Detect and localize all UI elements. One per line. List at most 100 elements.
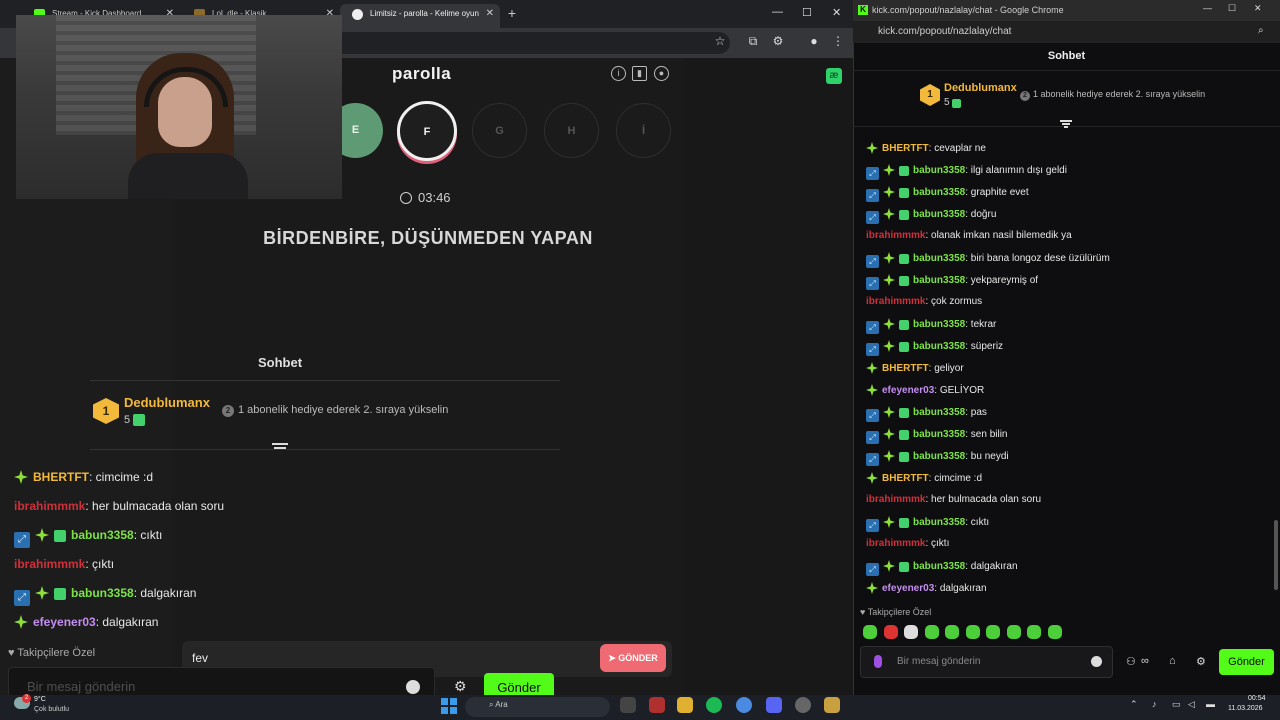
settings-gear-icon[interactable]: ⚙ <box>454 678 467 695</box>
new-tab-button[interactable]: + <box>504 5 520 21</box>
overlay-chat-title: Sohbet <box>258 355 303 370</box>
emote-icon[interactable] <box>1048 625 1062 639</box>
emote-icon[interactable] <box>863 625 877 639</box>
chat-username[interactable]: ibrahimmmk <box>866 494 925 505</box>
league-client-icon[interactable] <box>824 697 840 713</box>
network-icon[interactable]: ▭ <box>1172 699 1181 710</box>
chat-username[interactable]: babun3358 <box>913 165 965 176</box>
battery-icon[interactable]: ▬ <box>1206 699 1215 709</box>
collapse-chevron-icon[interactable] <box>272 443 288 455</box>
chat-message: ibrahimmmk: çok zormus <box>866 296 982 307</box>
close-icon[interactable]: ✕ <box>486 4 494 24</box>
kebab-menu-icon[interactable]: ⋮ <box>830 34 846 48</box>
translate-icon[interactable]: ⧉ <box>745 34 761 49</box>
chat-username[interactable]: babun3358 <box>913 187 965 198</box>
moderator-badge-icon: ⤢ <box>866 563 879 576</box>
emote-icon[interactable] <box>945 625 959 639</box>
spotify-icon[interactable] <box>706 697 722 713</box>
chat-message: efeyener03: dalgakıran <box>866 582 987 594</box>
emote-icon[interactable] <box>986 625 1000 639</box>
clock-date[interactable]: 11.03.2026 <box>1228 705 1263 712</box>
submit-answer-button[interactable]: ➤ GÖNDER <box>600 644 666 672</box>
bookmark-star-icon[interactable]: ☆ <box>712 34 728 48</box>
chat-username[interactable]: BHERTFT <box>882 473 929 484</box>
og-badge-icon <box>35 528 49 542</box>
stats-chart-icon[interactable]: ▮ <box>632 66 647 81</box>
chat-username[interactable]: babun3358 <box>913 451 965 462</box>
moderator-badge-icon: ⤢ <box>866 277 879 290</box>
chat-username[interactable]: babun3358 <box>913 561 965 572</box>
emote-icon[interactable] <box>1027 625 1041 639</box>
chat-username[interactable]: babun3358 <box>913 517 965 528</box>
infinity-icon[interactable]: ∞ <box>1141 655 1149 667</box>
microphone-tray-icon[interactable]: ♪ <box>1152 699 1157 709</box>
extensions-icon[interactable]: ⚙ <box>770 34 786 48</box>
gift-badge-icon <box>54 588 66 600</box>
close-window-icon[interactable]: ✕ <box>1254 3 1262 14</box>
chat-username[interactable]: babun3358 <box>913 319 965 330</box>
emote-icon[interactable] <box>925 625 939 639</box>
volume-icon[interactable]: ◁ <box>1188 699 1195 710</box>
chat-username[interactable]: ibrahimmmk <box>866 296 925 307</box>
popup-url[interactable]: kick.com/popout/nazlalay/chat <box>878 26 1011 37</box>
maximize-icon[interactable]: ☐ <box>1228 3 1236 14</box>
minimize-icon[interactable]: — <box>772 6 783 18</box>
zoom-icon[interactable]: ⌕ <box>1258 25 1264 36</box>
chat-username[interactable]: efeyener03 <box>882 385 934 396</box>
follower-only-label: ♥ Takipçilere Özel <box>860 607 932 617</box>
chat-username[interactable]: babun3358 <box>913 429 965 440</box>
user-profile-icon[interactable]: ● <box>654 66 669 81</box>
chat-text: : biri bana longoz dese üzülürüm <box>965 253 1110 264</box>
chat-username[interactable]: efeyener03 <box>882 583 934 594</box>
emote-icon[interactable] <box>1007 625 1021 639</box>
gift-badge-icon <box>899 342 909 352</box>
chat-username[interactable]: babun3358 <box>913 407 965 418</box>
chat-username[interactable]: BHERTFT <box>882 143 929 154</box>
microphone-icon[interactable] <box>874 655 882 668</box>
chat-message: BHERTFT: cimcime :d <box>14 470 153 484</box>
gift-icon <box>133 414 146 426</box>
emote-icon[interactable] <box>904 625 918 639</box>
top-gifter-name: Dedublumanx <box>944 82 1017 94</box>
chat-username[interactable]: babun3358 <box>913 341 965 352</box>
chat-scrollbar[interactable] <box>1274 520 1278 590</box>
discord-icon[interactable] <box>766 697 782 713</box>
settings-gear-icon[interactable]: ⚙ <box>1196 655 1206 668</box>
emoji-icon[interactable] <box>406 680 420 694</box>
taskbar-search[interactable] <box>465 697 610 717</box>
emote-icon[interactable] <box>966 625 980 639</box>
minimize-icon[interactable]: — <box>1203 3 1212 13</box>
close-window-icon[interactable]: ✕ <box>832 6 841 19</box>
obs-icon[interactable] <box>795 697 811 713</box>
moderator-badge-icon: ⤢ <box>14 590 30 606</box>
extension-badge-icon[interactable]: æ <box>826 68 842 84</box>
chat-message: ibrahimmmk: her bulmacada olan soru <box>866 494 1041 505</box>
file-explorer-icon[interactable] <box>677 697 693 713</box>
collapse-chevron-icon[interactable] <box>1060 120 1072 130</box>
tab-parolla[interactable]: Limitsiz - parolla - Kelime oyun ✕ <box>340 4 500 28</box>
profile-avatar-icon[interactable]: ● <box>806 34 822 48</box>
emote-icon[interactable] <box>884 625 898 639</box>
chat-username[interactable]: babun3358 <box>913 253 965 264</box>
chat-username[interactable]: babun3358 <box>913 275 965 286</box>
store-icon[interactable]: ⌂ <box>1169 655 1176 667</box>
chat-title: Sohbet <box>1047 50 1086 62</box>
chat-message: ⤢ babun3358: graphite evet <box>866 186 1029 202</box>
chat-username[interactable]: ibrahimmmk <box>866 230 925 241</box>
chat-username[interactable]: ibrahimmmk <box>866 538 925 549</box>
chat-username[interactable]: BHERTFT <box>882 363 929 374</box>
chat-send-button[interactable]: Gönder <box>1219 649 1274 675</box>
og-badge-icon <box>883 318 895 330</box>
windows-start-icon[interactable] <box>441 698 457 714</box>
tray-chevron-icon[interactable]: ⌃ <box>1130 699 1138 710</box>
task-view-icon[interactable] <box>620 697 636 713</box>
maximize-icon[interactable]: ☐ <box>802 6 812 19</box>
clock-time[interactable]: 00:54 <box>1248 695 1266 702</box>
info-icon[interactable]: i <box>611 66 626 81</box>
app-p-icon[interactable] <box>649 697 665 713</box>
mod-tools-icon[interactable]: ⚇ <box>1126 655 1136 668</box>
gift-badge-icon <box>899 408 909 418</box>
emoji-icon[interactable] <box>1091 656 1102 667</box>
chrome-icon[interactable] <box>736 697 752 713</box>
chat-username[interactable]: babun3358 <box>913 209 965 220</box>
